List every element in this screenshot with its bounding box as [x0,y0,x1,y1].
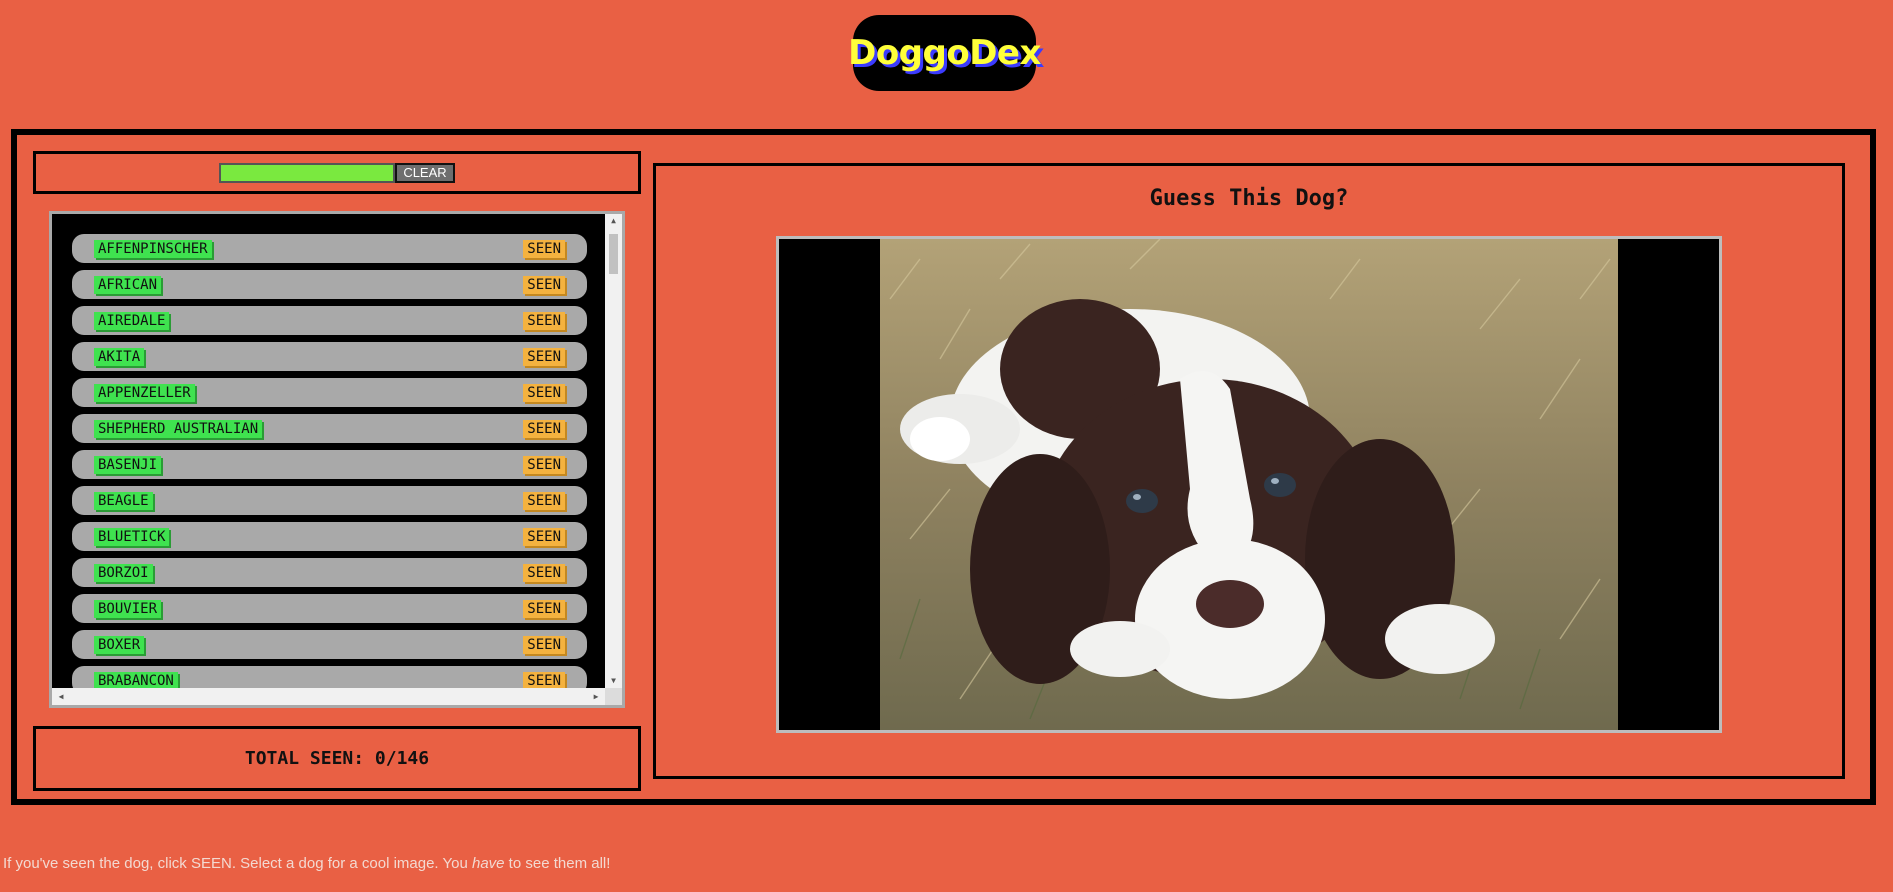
dog-list-item[interactable]: BORZOI SEEN [72,558,587,587]
total-seen-panel: TOTAL SEEN: 0/146 [33,726,641,791]
dog-name-label[interactable]: AKITA [94,348,145,366]
dog-name-label[interactable]: SHEPHERD AUSTRALIAN [94,420,263,438]
dog-list-item[interactable]: SHEPHERD AUSTRALIAN SEEN [72,414,587,443]
scroll-right-icon[interactable]: ▶ [589,688,603,705]
dog-list-item[interactable]: BASENJI SEEN [72,450,587,479]
vertical-scrollbar[interactable]: ▲ ▼ [605,214,622,688]
total-seen-text: TOTAL SEEN: 0/146 [244,748,430,769]
dog-list-item[interactable]: AIREDALE SEEN [72,306,587,335]
seen-button[interactable]: SEEN [523,636,565,654]
dog-photo-frame [776,236,1722,733]
dog-list-viewport: AFFENPINSCHER SEEN AFRICAN SEEN AIREDALE SEEN… [52,214,605,688]
dog-name-label[interactable]: BASENJI [94,456,162,474]
dog-name-label[interactable]: BOXER [94,636,145,654]
dog-name-label[interactable]: AFFENPINSCHER [94,240,212,258]
dog-list-item[interactable]: BOXER SEEN [72,630,587,659]
dog-list[interactable]: AFFENPINSCHER SEEN AFRICAN SEEN AIREDALE SEEN… [49,211,625,708]
scrollbar-corner [605,688,622,705]
dog-photo [880,239,1618,730]
dog-name-label[interactable]: AFRICAN [94,276,162,294]
clear-button[interactable]: CLEAR [395,162,455,183]
scroll-down-icon[interactable]: ▼ [605,674,622,688]
dog-list-item[interactable]: APPENZELLER SEEN [72,378,587,407]
dog-list-item[interactable]: AKITA SEEN [72,342,587,371]
seen-button[interactable]: SEEN [523,492,565,510]
scroll-left-icon[interactable]: ◀ [54,688,68,705]
search-input[interactable] [219,162,396,183]
dog-name-label[interactable]: BOUVIER [94,600,162,618]
footer-text-start: If you've seen the dog, click SEEN. Sele… [3,855,472,872]
seen-button[interactable]: SEEN [523,312,565,330]
dog-list-item[interactable]: AFFENPINSCHER SEEN [72,234,587,263]
app-logo: DoggoDex [848,15,1041,91]
dog-list-item[interactable]: BRABANCON SEEN [72,666,587,688]
scroll-thumb[interactable] [609,234,618,274]
seen-button[interactable]: SEEN [523,276,565,294]
dog-list-item[interactable]: BEAGLE SEEN [72,486,587,515]
seen-button[interactable]: SEEN [523,240,565,258]
seen-button[interactable]: SEEN [523,600,565,618]
dog-name-label[interactable]: BEAGLE [94,492,153,510]
dog-name-label[interactable]: BLUETICK [94,528,170,546]
guess-title: Guess This Dog? [1149,186,1349,211]
footer-emphasis: have [471,855,505,872]
seen-button[interactable]: SEEN [523,420,565,438]
seen-button[interactable]: SEEN [523,456,565,474]
dog-list-item[interactable]: AFRICAN SEEN [72,270,587,299]
dog-name-label[interactable]: APPENZELLER [94,384,195,402]
search-bar: CLEAR [33,151,641,194]
seen-button[interactable]: SEEN [523,528,565,546]
dog-name-label[interactable]: BORZOI [94,564,153,582]
dog-list-item[interactable]: BOUVIER SEEN [72,594,587,623]
app-title: DoggoDex [848,33,1041,73]
dog-name-label[interactable]: BRABANCON [94,672,178,688]
seen-button[interactable]: SEEN [523,348,565,366]
footer-text-end: to see them all! [504,855,611,872]
footer-instructions: If you've seen the dog, click SEEN. Sele… [3,855,610,872]
scroll-up-icon[interactable]: ▲ [605,214,622,228]
seen-button[interactable]: SEEN [523,564,565,582]
horizontal-scrollbar[interactable]: ◀ ▶ [52,688,605,705]
dog-name-label[interactable]: AIREDALE [94,312,170,330]
dog-list-item[interactable]: BLUETICK SEEN [72,522,587,551]
seen-button[interactable]: SEEN [523,672,565,688]
seen-button[interactable]: SEEN [523,384,565,402]
